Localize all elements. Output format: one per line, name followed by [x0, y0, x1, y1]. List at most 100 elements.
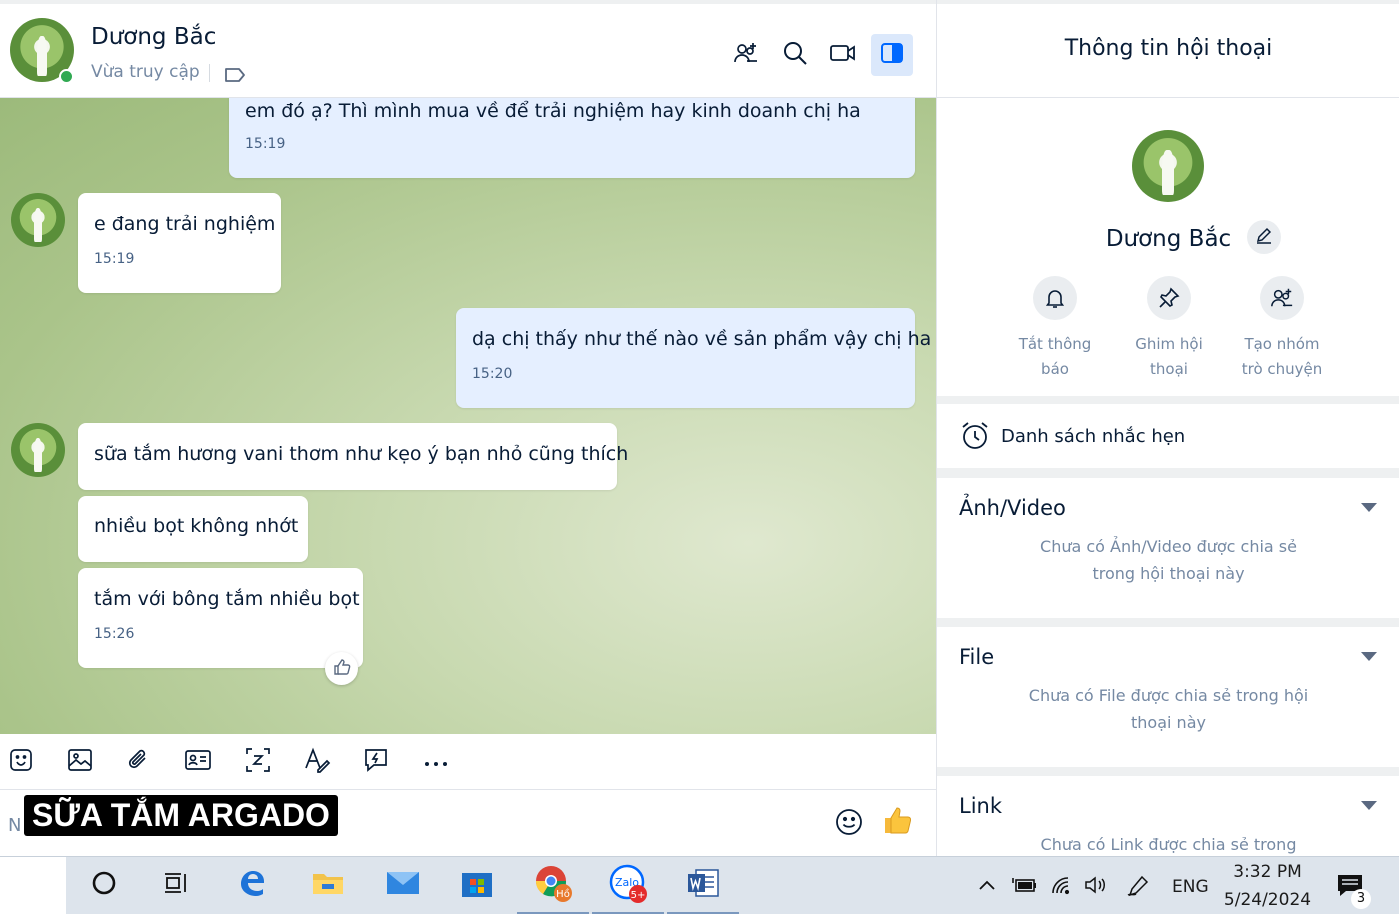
screenshot-button[interactable] [242, 746, 274, 778]
send-contact-card-button[interactable] [182, 746, 214, 778]
chat-pane: Dương Bắc Vừa truy cập em đó ạ? Thì mình… [0, 0, 936, 856]
text-format-icon [303, 746, 331, 778]
message-bubble-received[interactable]: e đang trải nghiệm 15:19 [78, 193, 281, 293]
profile-avatar[interactable] [1132, 130, 1204, 202]
message-bubble-sent[interactable]: dạ chị thấy như thế nào về sản phẩm vậy … [456, 308, 932, 408]
lightning-message-icon [362, 746, 390, 778]
action-label: Tạo nhóm trò chuyện [1241, 335, 1323, 378]
message-composer[interactable]: N SỮA TẮM ARGADO [0, 790, 936, 856]
message-text: em đó ạ? Thì mình mua về để trải nghiệm … [245, 100, 861, 122]
create-group-button[interactable]: Tạo nhóm trò chuyện [1222, 276, 1342, 382]
add-group-icon [1260, 276, 1304, 320]
edit-nickname-button[interactable] [1247, 220, 1281, 254]
screenshot-crop-icon [244, 746, 272, 778]
message-input[interactable]: N [8, 815, 21, 836]
chat-header: Dương Bắc Vừa truy cập [0, 0, 936, 98]
smiley-icon [834, 809, 864, 841]
add-to-group-button[interactable] [725, 34, 767, 76]
volume-control[interactable] [1083, 875, 1109, 899]
taskbar-chrome[interactable]: Hồ [517, 863, 589, 914]
message-list[interactable]: em đó ạ? Thì mình mua về để trải nghiệm … [0, 98, 936, 734]
zalo-unread-badge: 5+ [631, 890, 646, 901]
message-text: tắm với bông tắm nhiều bọt [94, 588, 360, 610]
section-title[interactable]: File [959, 645, 994, 669]
collapse-caret-icon[interactable] [1361, 503, 1377, 512]
media-section: Ảnh/Video Chưa có Ảnh/Video được chia sẻ… [937, 478, 1399, 618]
collapse-caret-icon[interactable] [1361, 652, 1377, 661]
sticker-button[interactable] [5, 746, 37, 778]
taskbar-search-box[interactable] [0, 857, 66, 914]
sender-avatar[interactable] [11, 423, 65, 477]
thumbs-up-outline-icon [333, 658, 351, 680]
taskbar-mail[interactable] [381, 863, 425, 907]
speaker-icon [1083, 876, 1109, 899]
sender-avatar[interactable] [11, 193, 65, 247]
cortana-button[interactable] [82, 863, 126, 907]
task-view-button[interactable] [154, 863, 198, 907]
taskbar-zalo[interactable]: Zalo 5+ [592, 862, 664, 914]
taskbar-store[interactable] [455, 863, 499, 907]
pin-icon [1147, 276, 1191, 320]
message-bubble-sent[interactable]: em đó ạ? Thì mình mua về để trải nghiệm … [229, 98, 915, 178]
more-options-button[interactable] [420, 746, 452, 778]
show-hidden-icons-button[interactable] [977, 875, 997, 899]
search-icon [782, 40, 808, 70]
message-text: dạ chị thấy như thế nào về sản phẩm vậy … [472, 328, 932, 350]
task-view-icon [163, 871, 189, 899]
section-title[interactable]: Link [959, 794, 1002, 818]
reminder-list-row[interactable]: Danh sách nhắc hẹn [937, 404, 1399, 468]
network-status[interactable] [1050, 875, 1072, 899]
pen-icon [1126, 875, 1150, 901]
chrome-browser-icon: Hồ [533, 863, 573, 907]
notification-count-badge: 3 [1351, 889, 1371, 909]
message-time: 15:19 [245, 136, 286, 152]
send-image-button[interactable] [64, 746, 96, 778]
clock-time[interactable]: 3:32 PM [1210, 862, 1325, 882]
chrome-profile-badge: Hồ [556, 888, 570, 900]
mute-notifications-button[interactable]: Tắt thông báo [995, 276, 1115, 382]
paperclip-icon [125, 747, 151, 777]
attach-file-button[interactable] [122, 746, 154, 778]
bell-icon [1033, 276, 1077, 320]
profile-card: Dương Bắc Tắt thông báo Ghim hội thoại T… [937, 98, 1399, 396]
side-panel-icon [880, 42, 904, 68]
clock-date[interactable]: 5/24/2024 [1210, 890, 1325, 910]
text-format-button[interactable] [301, 746, 333, 778]
info-header: Thông tin hội thoại [937, 0, 1399, 98]
collapse-caret-icon[interactable] [1361, 801, 1377, 810]
taskbar-edge[interactable] [230, 863, 274, 907]
battery-status[interactable] [1012, 875, 1038, 899]
zalo-app-icon: Zalo 5+ [607, 862, 649, 908]
file-section: File Chưa có File được chia sẻ trong hội… [937, 627, 1399, 767]
taskbar-word[interactable] [667, 863, 739, 914]
toggle-info-panel-button[interactable] [871, 34, 913, 76]
send-like-button[interactable] [882, 804, 914, 840]
contact-last-seen: Vừa truy cập [91, 62, 200, 82]
windows-taskbar: Hồ Zalo 5+ ENG 3:32 PM 5/24/2024 3 [0, 856, 1399, 914]
message-bubble-received[interactable]: nhiều bọt không nhớt [78, 496, 308, 562]
emoji-button[interactable] [834, 807, 864, 841]
quick-message-button[interactable] [360, 746, 392, 778]
section-empty-text: Chưa có Link được chia sẻ trong [1040, 835, 1297, 854]
pen-workspace-button[interactable] [1126, 875, 1150, 901]
taskbar-file-explorer[interactable] [306, 863, 350, 907]
message-bubble-received[interactable]: tắm với bông tắm nhiều bọt 15:26 [78, 568, 363, 668]
alarm-clock-icon [959, 420, 991, 456]
message-text: nhiều bọt không nhớt [94, 515, 299, 537]
contact-name[interactable]: Dương Bắc [91, 24, 216, 50]
input-language-indicator[interactable]: ENG [1172, 877, 1209, 897]
label-tag-icon[interactable] [224, 67, 246, 87]
video-camera-icon [829, 42, 857, 68]
more-dots-icon [423, 753, 449, 772]
search-messages-button[interactable] [774, 34, 816, 76]
battery-plug-icon [1012, 878, 1038, 899]
cortana-circle-icon [91, 870, 117, 900]
action-label: Tắt thông báo [1018, 335, 1092, 378]
pin-conversation-button[interactable]: Ghim hội thoại [1109, 276, 1229, 382]
video-call-button[interactable] [822, 34, 864, 76]
pencil-icon [1255, 226, 1273, 248]
message-bubble-received[interactable]: sữa tắm hương vani thơm như kẹo ý bạn nh… [78, 423, 628, 490]
add-group-icon [733, 40, 759, 70]
react-button[interactable] [325, 652, 358, 685]
section-title[interactable]: Ảnh/Video [959, 496, 1066, 520]
